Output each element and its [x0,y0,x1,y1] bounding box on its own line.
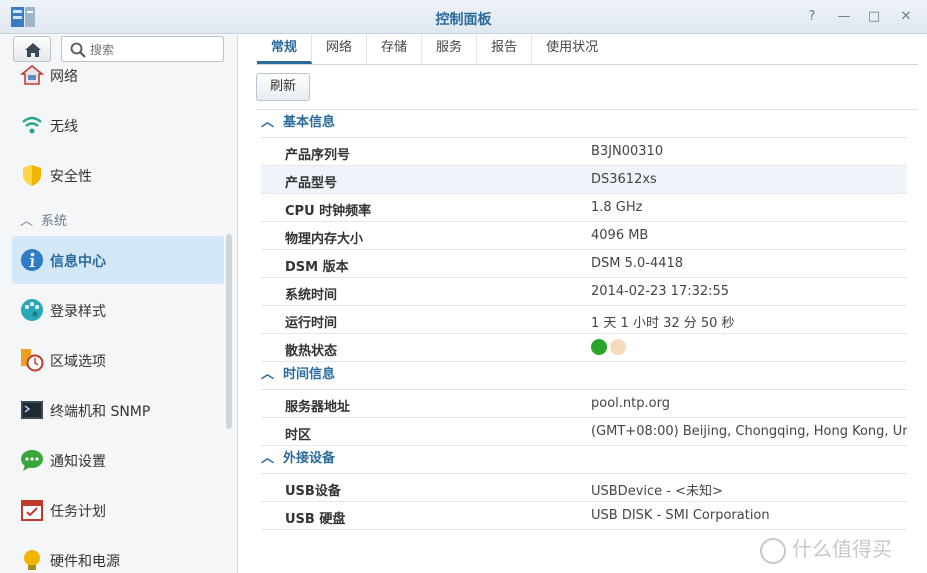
row-key: 产品序列号 [285,148,351,163]
close-button[interactable]: ✕ [898,9,914,25]
main-panel: 常规 网络 存储 服务 报告 使用状况 刷新 ︿ 基本信息 产品序列号 B3JN0… [239,34,927,573]
sidebar-item-label: 登录样式 [50,304,106,320]
row-value: pool.ntp.org [591,396,670,411]
table-row: USB 硬盘 USB DISK - SMI Corporation [261,502,907,530]
sidebar: 网络 无线 安全性 ︿系统 信息中心 登录样式 [0,34,238,573]
row-key: 运行时间 [285,316,338,331]
shield-icon [23,165,41,186]
row-key: USB设备 [285,484,341,499]
section-system[interactable]: ︿ 系统 [20,210,67,229]
row-key: USB 硬盘 [285,512,346,527]
window-title: 控制面板 [435,12,492,28]
sidebar-item-label: 无线 [50,119,78,135]
tab-network[interactable]: 网络 [312,34,368,64]
thermal-status-light-dot [610,339,626,355]
tab-storage[interactable]: 存储 [367,34,423,64]
tab-bar: 常规 网络 存储 服务 报告 使用状况 [257,34,612,64]
info-icon [21,249,43,271]
row-value: DSM 5.0-4418 [591,256,684,271]
group-external-devices[interactable]: ︿ 外接设备 [261,446,907,474]
row-key: DSM 版本 [285,260,349,275]
help-button[interactable]: ? [804,9,820,25]
clock-icon [21,349,44,372]
title-bar: 控制面板 ? — □ ✕ [0,0,927,34]
tab-usage[interactable]: 使用状况 [532,34,612,64]
chat-icon [21,450,43,471]
sidebar-item-wireless[interactable]: 无线 [12,101,224,149]
table-row: 物理内存大小 4096 MB [261,222,907,250]
palette-icon [21,299,43,321]
chevron-up-icon: ︿ [261,451,275,466]
row-value: 1 天 1 小时 32 分 50 秒 [591,316,735,331]
wifi-icon [22,116,42,134]
table-row: 产品型号 DS3612xs [261,166,907,194]
minimize-button[interactable]: — [836,9,852,25]
table-row: 散热状态 [261,334,907,362]
row-key: CPU 时钟频率 [285,204,372,219]
table-row: USB设备 USBDevice - <未知> [261,474,907,502]
sidebar-item-label: 硬件和电源 [50,554,120,570]
table-row: 服务器地址 pool.ntp.org [261,390,907,418]
watermark-logo-icon [760,537,786,564]
sidebar-item-label: 信息中心 [50,254,106,270]
row-key: 散热状态 [285,344,338,359]
sidebar-item-task-scheduler[interactable]: 任务计划 [12,486,224,534]
row-value: 1.8 GHz [591,200,643,215]
table-row: 系统时间 2014-02-23 17:32:55 [261,278,907,306]
tab-general[interactable]: 常规 [257,34,313,64]
tab-reports[interactable]: 报告 [477,34,533,64]
group-basic-info[interactable]: ︿ 基本信息 [261,110,907,138]
row-value: B3JN00310 [591,144,664,159]
sidebar-item-terminal-snmp[interactable]: 终端机和 SNMP [12,386,224,434]
group-time-info[interactable]: ︿ 时间信息 [261,362,907,390]
row-value: USB DISK - SMI Corporation [591,508,770,523]
table-row: 时区 (GMT+08:00) Beijing, Chongqing, Hong … [261,418,907,446]
sidebar-item-info-center[interactable]: 信息中心 [12,236,224,284]
sidebar-item-login-style[interactable]: 登录样式 [12,286,224,334]
thermal-status [591,339,907,355]
row-key: 时区 [285,428,312,443]
sidebar-item-security[interactable]: 安全性 [12,151,224,199]
sidebar-item-label: 区域选项 [50,354,106,370]
row-value: 4096 MB [591,228,649,243]
row-key: 系统时间 [285,288,338,303]
watermark: 什么值得买 [760,533,892,564]
sidebar-item-label: 安全性 [50,169,92,185]
sidebar-scrollbar[interactable] [226,234,232,429]
network-house-icon [20,65,44,85]
sidebar-item-network[interactable]: 网络 [12,51,224,99]
sidebar-item-regional-options[interactable]: 区域选项 [12,336,224,384]
table-row: 产品序列号 B3JN00310 [261,138,907,166]
sidebar-item-hardware-power[interactable]: 硬件和电源 [12,536,224,573]
tab-services[interactable]: 服务 [422,34,478,64]
row-key: 物理内存大小 [285,232,364,247]
chevron-up-icon: ︿ [261,367,275,382]
row-key: 服务器地址 [285,400,351,415]
chevron-up-icon: ︿ [261,115,275,130]
table-row: CPU 时钟频率 1.8 GHz [261,194,907,222]
sidebar-item-label: 任务计划 [50,504,106,520]
tab-divider [256,64,918,65]
bulb-icon [24,550,40,570]
thermal-status-green-dot [591,339,607,355]
chevron-up-icon: ︿ [20,214,34,229]
row-value: 2014-02-23 17:32:55 [591,284,730,299]
sidebar-item-label: 终端机和 SNMP [50,404,151,420]
row-value: (GMT+08:00) Beijing, Chongqing, Hong Kon… [591,424,907,439]
sidebar-item-notifications[interactable]: 通知设置 [12,436,224,484]
terminal-icon [21,401,43,419]
sidebar-item-label: 通知设置 [50,454,106,470]
row-key: 产品型号 [285,176,338,191]
maximize-button[interactable]: □ [866,9,882,25]
row-value: USBDevice - <未知> [591,484,723,499]
table-row: DSM 版本 DSM 5.0-4418 [261,250,907,278]
row-value: DS3612xs [591,172,657,187]
sidebar-item-label: 网络 [50,69,78,85]
refresh-button[interactable]: 刷新 [256,73,310,101]
table-row: 运行时间 1 天 1 小时 32 分 50 秒 [261,306,907,334]
calendar-icon [21,500,43,521]
